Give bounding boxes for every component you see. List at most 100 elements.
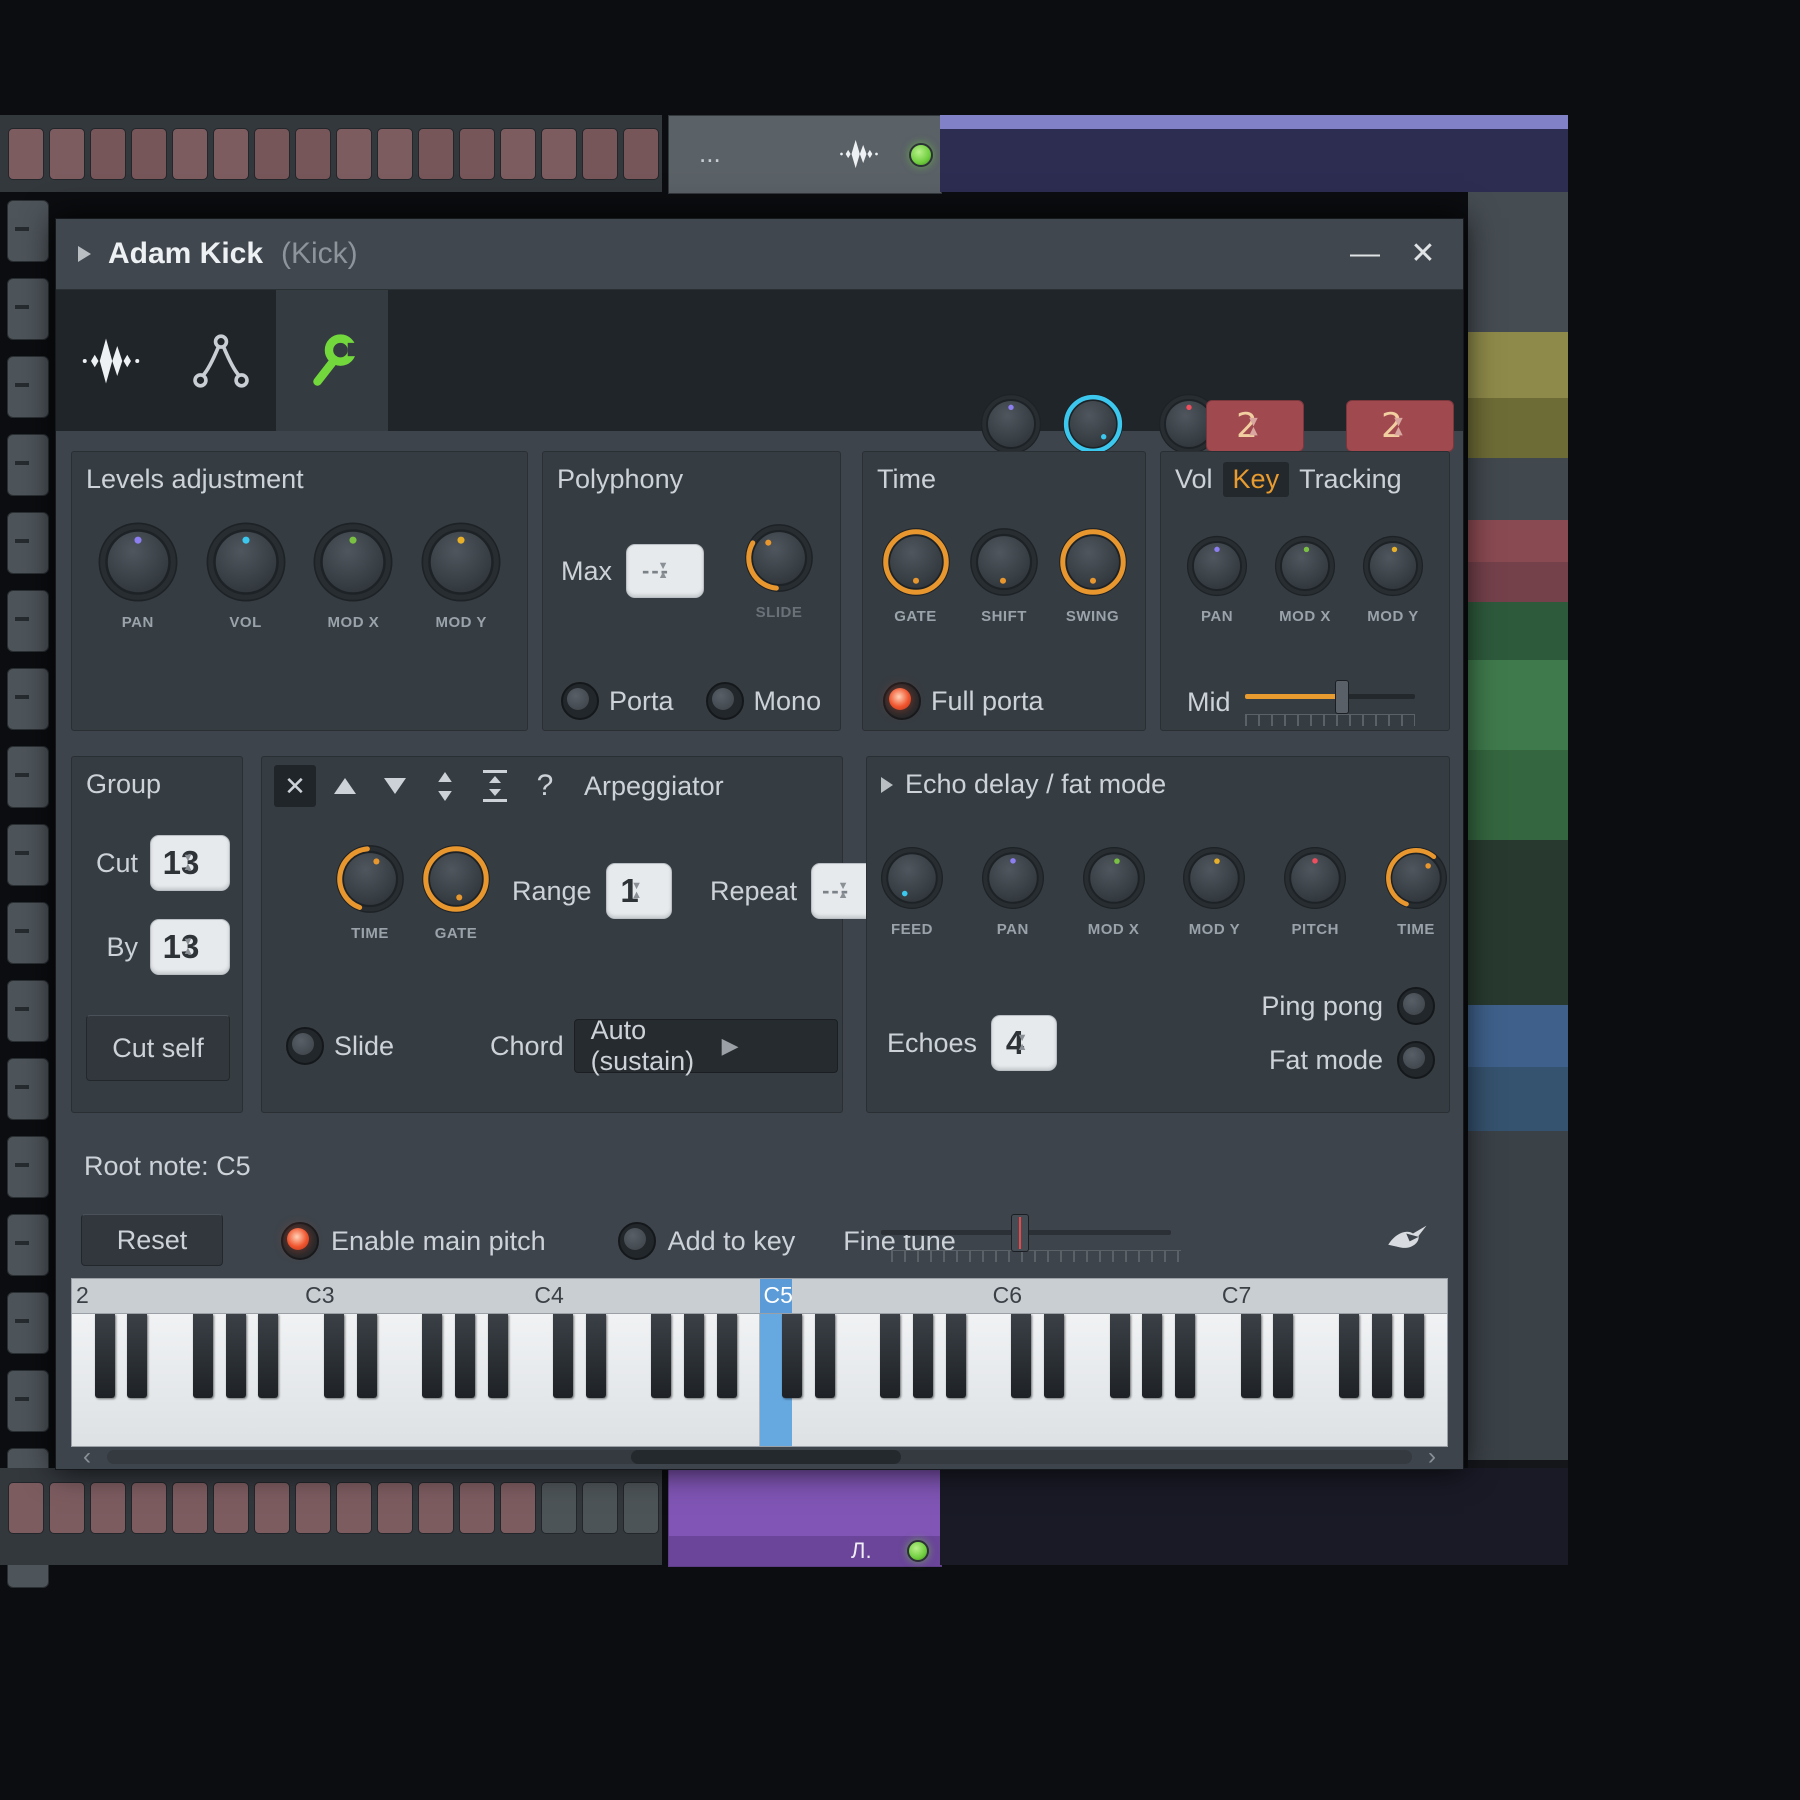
mod-y-knob[interactable]: MOD Y xyxy=(1181,845,1247,938)
channel-menu-dots[interactable]: ... xyxy=(699,138,721,169)
close-button[interactable]: ✕ xyxy=(1401,233,1445,275)
black-key[interactable] xyxy=(782,1314,802,1398)
black-key[interactable] xyxy=(422,1314,442,1398)
arp-off-button[interactable]: ✕ xyxy=(274,765,316,807)
scroll-right-arrow[interactable]: › xyxy=(1428,1443,1436,1471)
playlist-clip-fragment[interactable] xyxy=(1468,458,1568,520)
slide-time-knob[interactable]: SLIDE xyxy=(743,522,815,621)
step-cell[interactable] xyxy=(8,128,44,180)
channel-button[interactable]: ... xyxy=(668,115,942,194)
arp-updown-button[interactable] xyxy=(424,765,466,807)
step-cell[interactable] xyxy=(254,128,290,180)
arp-chord-dropdown[interactable]: Auto (sustain)▶ xyxy=(574,1019,838,1073)
ping-pong-radio[interactable] xyxy=(1397,987,1435,1025)
arp-gate-knob[interactable]: GATE xyxy=(420,843,492,942)
enable-main-pitch-radio[interactable] xyxy=(281,1222,319,1260)
channel-edge-button[interactable] xyxy=(7,1370,49,1432)
step-cell[interactable] xyxy=(172,128,208,180)
black-key[interactable] xyxy=(258,1314,278,1398)
gate-knob[interactable]: GATE xyxy=(880,526,952,625)
step-cell[interactable] xyxy=(295,1482,331,1534)
step-cell[interactable] xyxy=(541,1482,577,1534)
step-cell[interactable] xyxy=(213,1482,249,1534)
channel-edge-button[interactable] xyxy=(7,980,49,1042)
step-cell[interactable] xyxy=(8,1482,44,1534)
channel-edge-button[interactable] xyxy=(7,590,49,652)
black-key[interactable] xyxy=(1011,1314,1031,1398)
tracking-key-tab[interactable]: Key xyxy=(1223,462,1290,497)
step-cell[interactable] xyxy=(131,128,167,180)
black-key[interactable] xyxy=(226,1314,246,1398)
black-key[interactable] xyxy=(815,1314,835,1398)
step-cell[interactable] xyxy=(500,128,536,180)
reset-button[interactable]: Reset xyxy=(81,1214,223,1266)
mono-radio[interactable] xyxy=(706,682,744,720)
channel-edge-button[interactable] xyxy=(7,824,49,886)
time-knob[interactable]: TIME xyxy=(1383,845,1449,938)
cut-spinner[interactable]: 13 ▲▼ xyxy=(150,835,230,891)
step-cell[interactable] xyxy=(541,128,577,180)
fine-tune-slider[interactable] xyxy=(881,1214,1171,1262)
playlist-clip-fragment[interactable] xyxy=(1468,192,1568,332)
porta-radio[interactable] xyxy=(561,682,599,720)
arp-range-spinner[interactable]: 1 ▲▼ xyxy=(606,863,672,919)
channel-edge-button[interactable] xyxy=(7,356,49,418)
track-value[interactable]: 2 ▲▼ xyxy=(1346,400,1454,452)
clip-led[interactable] xyxy=(907,1540,929,1562)
playlist-clip-fragment[interactable] xyxy=(1468,750,1568,840)
black-key[interactable] xyxy=(1175,1314,1195,1398)
vol-knob[interactable]: VOL xyxy=(204,520,288,631)
step-cell[interactable] xyxy=(377,1482,413,1534)
channel-edge-button[interactable] xyxy=(7,902,49,964)
step-cell[interactable] xyxy=(254,1482,290,1534)
step-cell[interactable] xyxy=(295,128,331,180)
black-key[interactable] xyxy=(1273,1314,1293,1398)
black-key[interactable] xyxy=(357,1314,377,1398)
channel-edge-button[interactable] xyxy=(7,434,49,496)
pattern-clip[interactable]: Л. xyxy=(668,1468,942,1567)
preview-keyboard[interactable]: 2C3C4C5C6C7 xyxy=(71,1278,1448,1447)
tracking-vol-tab[interactable]: Vol xyxy=(1175,464,1213,495)
step-cell[interactable] xyxy=(213,128,249,180)
black-key[interactable] xyxy=(913,1314,933,1398)
black-key[interactable] xyxy=(1372,1314,1392,1398)
step-cell[interactable] xyxy=(582,128,618,180)
step-cell[interactable] xyxy=(582,1482,618,1534)
window-options-icon[interactable] xyxy=(78,246,91,262)
feed-knob[interactable]: FEED xyxy=(879,845,945,938)
black-key[interactable] xyxy=(95,1314,115,1398)
step-cell[interactable] xyxy=(623,128,659,180)
fat-mode-radio[interactable] xyxy=(1397,1041,1435,1079)
pan-knob[interactable]: PAN xyxy=(980,845,1046,938)
channel-edge-button[interactable] xyxy=(7,1292,49,1354)
scrollbar-thumb[interactable] xyxy=(631,1450,901,1464)
bird-preview-icon[interactable] xyxy=(1386,1219,1440,1257)
mod-x-knob[interactable]: MOD X xyxy=(1273,534,1337,625)
step-cell[interactable] xyxy=(500,1482,536,1534)
mod-x-knob[interactable]: MOD X xyxy=(1081,845,1147,938)
shift-knob[interactable]: SHIFT xyxy=(968,526,1040,625)
tab-sample[interactable] xyxy=(56,290,166,431)
swing-knob[interactable]: SWING xyxy=(1057,526,1129,625)
playlist-clip-fragment[interactable] xyxy=(1468,562,1568,602)
channel-edge-button[interactable] xyxy=(7,512,49,574)
black-key[interactable] xyxy=(586,1314,606,1398)
step-cell[interactable] xyxy=(418,1482,454,1534)
cut-by-spinner[interactable]: 13 ▲▼ xyxy=(150,919,230,975)
black-key[interactable] xyxy=(651,1314,671,1398)
pitch-knob[interactable]: PITCH xyxy=(1282,845,1348,938)
keyboard-keys[interactable] xyxy=(71,1313,1448,1447)
step-cell[interactable] xyxy=(90,128,126,180)
playlist-clip-fragment[interactable] xyxy=(1468,602,1568,660)
cut-self-button[interactable]: Cut self xyxy=(86,1015,230,1081)
channel-edge-button[interactable] xyxy=(7,1058,49,1120)
max-poly-spinner[interactable]: --- ▲▼ xyxy=(626,544,704,598)
key-tracking-mid-slider[interactable] xyxy=(1245,678,1415,726)
channel-edge-button[interactable] xyxy=(7,668,49,730)
black-key[interactable] xyxy=(1142,1314,1162,1398)
octave-cell-highlight[interactable]: C5 xyxy=(760,1279,793,1313)
black-key[interactable] xyxy=(455,1314,475,1398)
playlist-clip-fragment[interactable] xyxy=(1468,660,1568,750)
mod-y-knob[interactable]: MOD Y xyxy=(419,520,503,631)
scroll-left-arrow[interactable]: ‹ xyxy=(83,1443,91,1471)
